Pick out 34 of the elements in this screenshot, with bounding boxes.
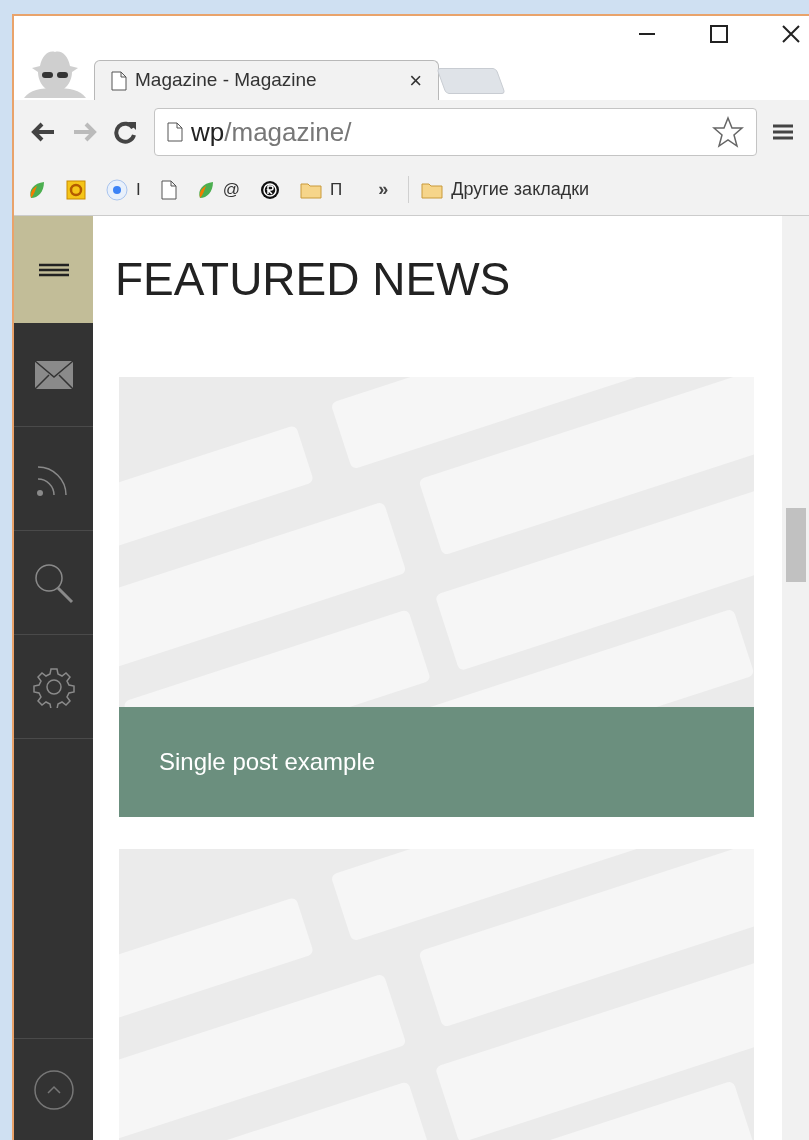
bookmark[interactable]: I: [106, 176, 141, 203]
tab-close-button[interactable]: ×: [409, 64, 422, 97]
section-heading: FEATURED NEWS: [115, 256, 512, 302]
url-text: wp/magazine/: [191, 115, 352, 149]
star-icon[interactable]: [712, 116, 744, 148]
menu-button[interactable]: [14, 216, 93, 323]
circle-icon: [260, 179, 280, 200]
browser-tab[interactable]: Magazine - Magazine ×: [94, 60, 439, 100]
address-bar[interactable]: wp/magazine/: [154, 108, 757, 156]
page-icon: [167, 122, 183, 142]
up-chevron-icon: [33, 1069, 74, 1110]
bookmark[interactable]: П: [300, 176, 343, 203]
tab-title: Magazine - Magazine: [135, 68, 317, 93]
page-icon: [160, 179, 177, 200]
leaf-icon: [28, 179, 46, 200]
bookmark[interactable]: [260, 179, 280, 200]
bookmark[interactable]: @: [196, 176, 240, 203]
menu-icon[interactable]: [773, 122, 793, 142]
folder-icon: [300, 180, 322, 199]
back-arrow-icon[interactable]: [30, 121, 56, 143]
settings-icon: [32, 665, 75, 708]
post-title[interactable]: Single post example: [159, 744, 376, 780]
mail-icon: [33, 359, 74, 390]
square-icon: [66, 179, 86, 200]
page-icon: [111, 70, 127, 91]
menu-icon: [38, 262, 69, 277]
leaf-icon: [196, 179, 215, 200]
other-bookmarks[interactable]: Другие закладки: [408, 176, 590, 203]
more-bookmarks-button[interactable]: »: [378, 176, 389, 203]
close-icon[interactable]: [781, 24, 801, 44]
reload-icon[interactable]: [114, 120, 138, 144]
folder-icon: [421, 180, 444, 199]
target-icon: [106, 178, 128, 201]
maximize-icon[interactable]: [709, 24, 729, 44]
